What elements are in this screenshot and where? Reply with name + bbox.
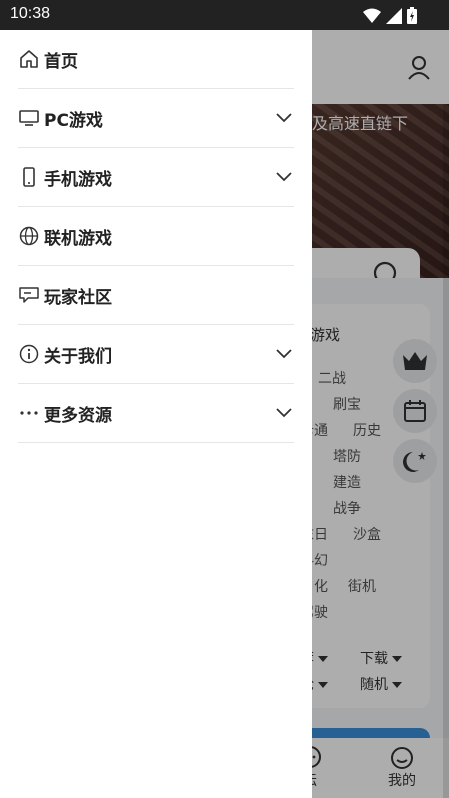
status-icons (363, 7, 417, 24)
menu-item-label: PC游戏 (44, 110, 103, 131)
menu-item-label: 手机游戏 (44, 169, 112, 190)
menu-item-label: 更多资源 (44, 405, 112, 426)
chevron-down-icon[interactable] (276, 349, 292, 359)
info-icon (18, 343, 40, 365)
globe-icon (18, 225, 40, 247)
menu-item-online-games[interactable]: 联机游戏 (18, 207, 294, 266)
menu-item-home[interactable]: 首页 (18, 30, 294, 89)
menu-item-label: 联机游戏 (44, 228, 112, 249)
menu-item-label: 玩家社区 (44, 287, 112, 308)
phone-icon (18, 166, 40, 188)
more-icon (18, 402, 40, 424)
signal-icon (386, 7, 402, 24)
navigation-drawer: 首页 PC游戏 手机游戏 联机游戏 玩家社区 关于我们 更多资源 (0, 30, 312, 798)
home-icon (18, 48, 40, 70)
chevron-down-icon[interactable] (276, 408, 292, 418)
menu-item-about[interactable]: 关于我们 (18, 325, 294, 384)
menu-item-mobile-games[interactable]: 手机游戏 (18, 148, 294, 207)
menu-item-more-resources[interactable]: 更多资源 (18, 384, 294, 443)
monitor-icon (18, 107, 40, 129)
scroll-edge (443, 104, 449, 798)
chat-icon (18, 284, 40, 306)
status-bar: 10:38 (0, 0, 449, 30)
wifi-icon (363, 8, 381, 23)
menu-item-pc-games[interactable]: PC游戏 (18, 89, 294, 148)
chevron-down-icon[interactable] (276, 113, 292, 123)
battery-icon (407, 7, 417, 24)
chevron-down-icon[interactable] (276, 172, 292, 182)
menu-item-label: 首页 (44, 51, 78, 72)
drawer-menu: 首页 PC游戏 手机游戏 联机游戏 玩家社区 关于我们 更多资源 (18, 30, 294, 443)
menu-item-label: 关于我们 (44, 346, 112, 367)
menu-item-community[interactable]: 玩家社区 (18, 266, 294, 325)
status-time: 10:38 (10, 5, 51, 22)
